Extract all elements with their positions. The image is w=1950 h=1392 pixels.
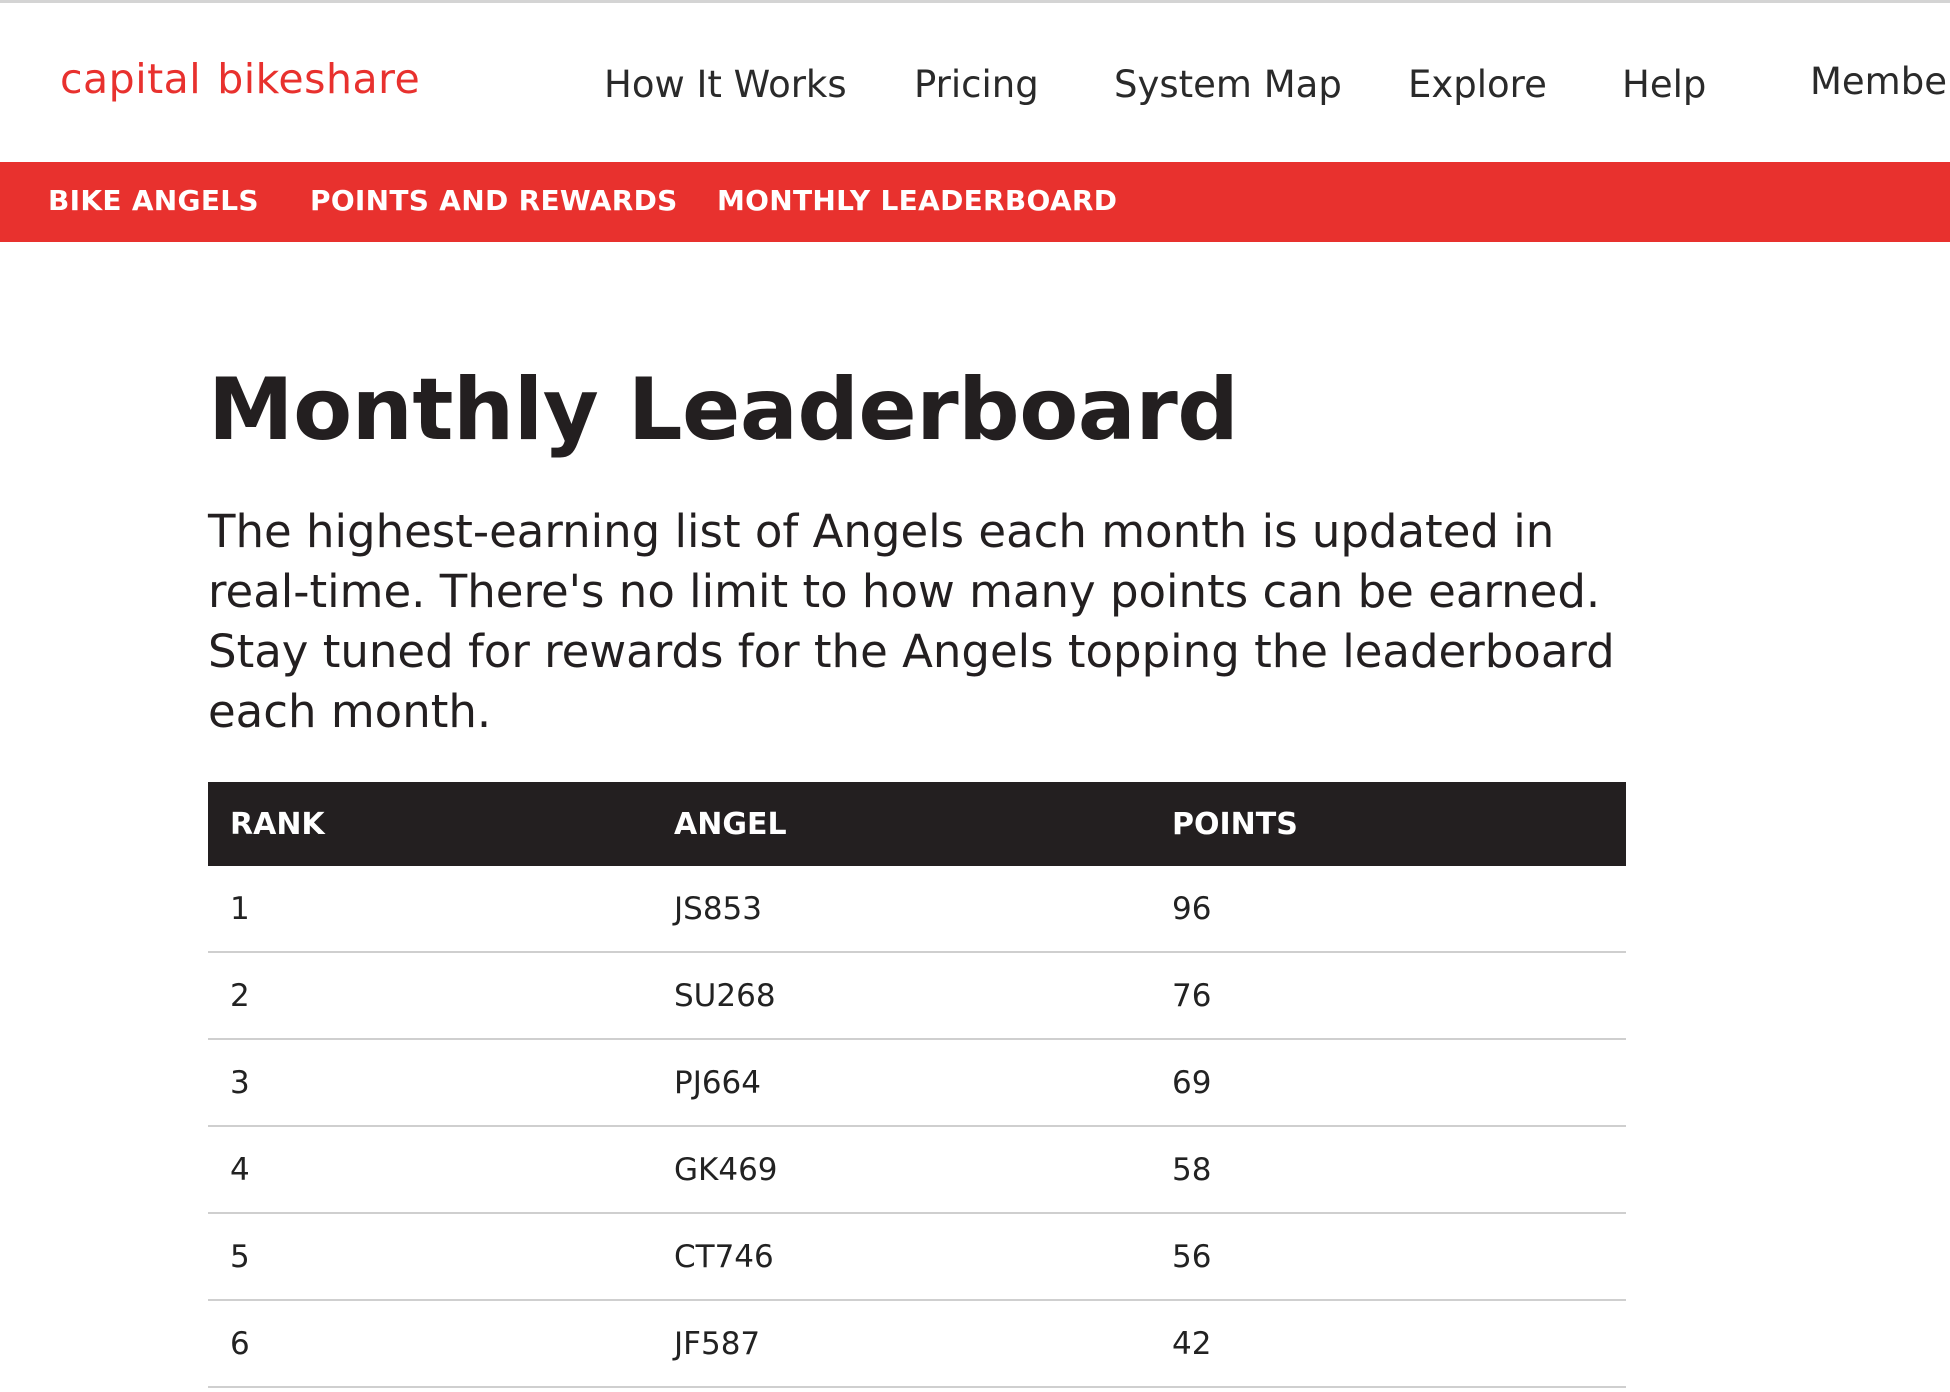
points-cell: 58 — [1150, 1126, 1626, 1214]
table-row: 5 CT746 56 — [208, 1213, 1626, 1301]
angel-cell: GK469 — [652, 1126, 1150, 1214]
angel-cell: JS853 — [652, 866, 1150, 953]
rank-cell: 1 — [208, 866, 652, 953]
nav-explore[interactable]: Explore — [1408, 63, 1547, 106]
table-row: 3 PJ664 69 — [208, 1039, 1626, 1127]
table-row: 6 JF587 42 — [208, 1300, 1626, 1388]
subnav-monthly-leaderboard[interactable]: MONTHLY LEADERBOARD — [717, 184, 1117, 217]
rank-cell: 2 — [208, 952, 652, 1040]
table-row: 1 JS853 96 — [208, 866, 1626, 953]
table-row: 4 GK469 58 — [208, 1126, 1626, 1214]
main-nav: How It Works Pricing System Map Explore … — [0, 60, 1950, 113]
page-title: Monthly Leaderboard — [208, 360, 1239, 460]
points-cell: 69 — [1150, 1039, 1626, 1127]
angel-cell: SU268 — [652, 952, 1150, 1040]
angel-cell: CT746 — [652, 1213, 1150, 1301]
column-header-points: POINTS — [1172, 806, 1298, 842]
points-cell: 56 — [1150, 1213, 1626, 1301]
points-cell: 96 — [1150, 866, 1626, 953]
subnav-bike-angels[interactable]: BIKE ANGELS — [48, 184, 259, 217]
column-header-rank: RANK — [230, 806, 325, 842]
angel-cell: PJ664 — [652, 1039, 1150, 1127]
rank-cell: 6 — [208, 1300, 652, 1388]
intro-paragraph: The highest-earning list of Angels each … — [208, 505, 1615, 738]
nav-how-it-works[interactable]: How It Works — [604, 63, 847, 106]
leaderboard-table: RANK ANGEL POINTS 1 JS853 96 2 SU268 76 … — [208, 782, 1626, 1388]
table-header-row: RANK ANGEL POINTS — [208, 782, 1626, 866]
points-cell: 42 — [1150, 1300, 1626, 1388]
angel-cell: JF587 — [652, 1300, 1150, 1388]
site-header: capital bikeshare How It Works Pricing S… — [0, 3, 1950, 162]
column-header-angel: ANGEL — [674, 806, 787, 842]
nav-system-map[interactable]: System Map — [1114, 63, 1342, 106]
rank-cell: 3 — [208, 1039, 652, 1127]
rank-cell: 5 — [208, 1213, 652, 1301]
points-cell: 76 — [1150, 952, 1626, 1040]
subnav-points-and-rewards[interactable]: POINTS AND REWARDS — [310, 184, 678, 217]
nav-help[interactable]: Help — [1622, 63, 1706, 106]
nav-pricing[interactable]: Pricing — [914, 63, 1039, 106]
table-row: 2 SU268 76 — [208, 952, 1626, 1040]
rank-cell: 4 — [208, 1126, 652, 1214]
nav-member[interactable]: Member — [1810, 60, 1950, 103]
bike-angels-subnav: BIKE ANGELS POINTS AND REWARDS MONTHLY L… — [0, 162, 1950, 242]
